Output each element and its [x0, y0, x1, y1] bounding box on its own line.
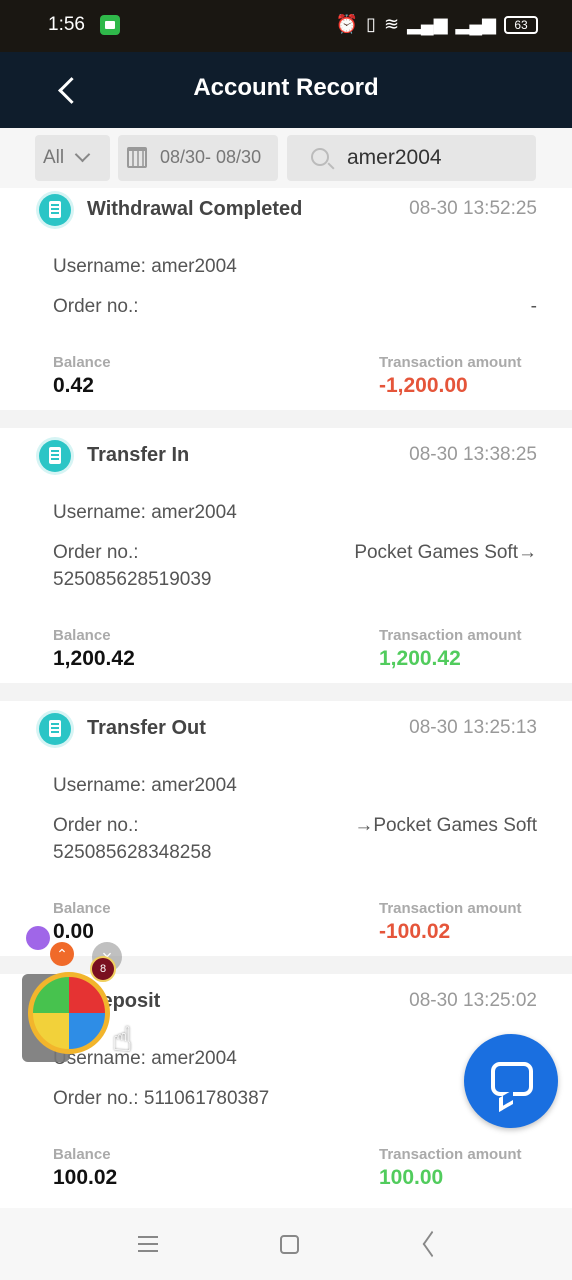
status-time: 1:56	[48, 14, 85, 35]
date-range-text: 08/30- 08/30	[160, 147, 262, 167]
game-cube-icon[interactable]	[28, 972, 110, 1054]
record-order-number: 525085628519039	[53, 569, 212, 590]
system-nav-bar	[0, 1208, 572, 1280]
chat-button[interactable]	[464, 1034, 558, 1128]
pointer-hand-icon: ☝	[112, 1021, 133, 1059]
record-order-number: 525085628348258	[53, 842, 212, 863]
amount-label: Transaction amount	[379, 354, 522, 371]
system-back-icon[interactable]	[420, 1234, 440, 1254]
header: Account Record	[0, 52, 572, 128]
battery-icon: 63	[504, 15, 538, 34]
balance-label: Balance	[53, 354, 111, 371]
calendar-icon	[127, 147, 147, 168]
chat-bubble-icon	[491, 1062, 533, 1096]
amount-label: Transaction amount	[379, 900, 522, 917]
record-icon	[39, 713, 71, 745]
search-icon	[311, 148, 329, 166]
record-username: Username: amer2004	[53, 502, 237, 523]
record-order-extra: →Pocket Games Soft	[354, 815, 537, 836]
notification-badge: 8	[90, 956, 116, 982]
widget-purple-button[interactable]	[26, 926, 50, 950]
wifi-icon: ≋	[384, 14, 400, 34]
record-balance: 1,200.42	[53, 647, 135, 670]
record-order-label: Order no.:	[53, 542, 139, 563]
divider	[0, 683, 572, 701]
record-card[interactable]: Transfer In 08-30 13:38:25 Username: ame…	[0, 428, 572, 683]
search-input[interactable]	[347, 143, 527, 173]
record-balance: 0.42	[53, 374, 94, 397]
record-order-label: Order no.:	[53, 296, 139, 317]
status-icons: ⏰ ▯ ≋ ▂▄▆ ▂▄▆ 63	[336, 14, 538, 35]
signal-icon-2: ▂▄▆	[455, 14, 496, 34]
divider	[0, 410, 572, 428]
record-username: Username: amer2004	[53, 256, 237, 277]
record-type: Withdrawal Completed	[87, 198, 303, 220]
date-range-picker[interactable]: 08/30- 08/30	[118, 135, 278, 181]
record-amount: -1,200.00	[379, 374, 468, 397]
record-amount: -100.02	[379, 920, 451, 943]
record-time: 08-30 13:25:02	[409, 990, 537, 1011]
signal-icon: ▂▄▆	[407, 14, 448, 34]
messages-app-icon	[100, 15, 120, 35]
record-time: 08-30 13:52:25	[409, 198, 537, 219]
widget-expand-icon[interactable]: ⌃	[50, 942, 74, 966]
record-balance: 100.02	[53, 1166, 118, 1189]
amount-label: Transaction amount	[379, 627, 522, 644]
record-amount: 100.00	[379, 1166, 444, 1189]
record-order-extra: -	[530, 296, 537, 317]
record-time: 08-30 13:25:13	[409, 717, 537, 738]
record-icon	[39, 440, 71, 472]
record-order-extra: Pocket Games Soft→	[354, 542, 537, 563]
type-filter-dropdown[interactable]: All	[35, 135, 110, 181]
balance-label: Balance	[53, 900, 111, 917]
amount-label: Transaction amount	[379, 1146, 522, 1163]
record-username: Username: amer2004	[53, 775, 237, 796]
alarm-icon: ⏰	[335, 14, 359, 34]
recent-apps-icon[interactable]	[138, 1236, 158, 1252]
record-amount: 1,200.42	[379, 647, 461, 670]
home-icon[interactable]	[280, 1235, 299, 1254]
type-filter-label: All	[43, 147, 65, 168]
record-order-label: Order no.:	[53, 815, 139, 836]
floating-game-widget[interactable]: ⌃ × 8 ☝	[22, 922, 162, 1068]
page-title: Account Record	[193, 74, 379, 101]
record-icon	[39, 194, 71, 226]
filter-bar: All 08/30- 08/30	[0, 128, 572, 188]
vibrate-icon: ▯	[366, 14, 376, 34]
status-bar: 1:56 ⏰ ▯ ≋ ▂▄▆ ▂▄▆ 63	[0, 0, 572, 52]
record-time: 08-30 13:38:25	[409, 444, 537, 465]
search-box[interactable]	[287, 135, 536, 181]
chevron-down-icon	[74, 146, 91, 163]
record-order-text: Order no.: 511061780387	[53, 1088, 270, 1109]
balance-label: Balance	[53, 1146, 111, 1163]
record-card[interactable]: Withdrawal Completed 08-30 13:52:25 User…	[0, 188, 572, 410]
record-type: Transfer In	[87, 444, 190, 466]
record-card[interactable]: Transfer Out 08-30 13:25:13 Username: am…	[0, 701, 572, 956]
record-type: Transfer Out	[87, 717, 206, 739]
balance-label: Balance	[53, 627, 111, 644]
